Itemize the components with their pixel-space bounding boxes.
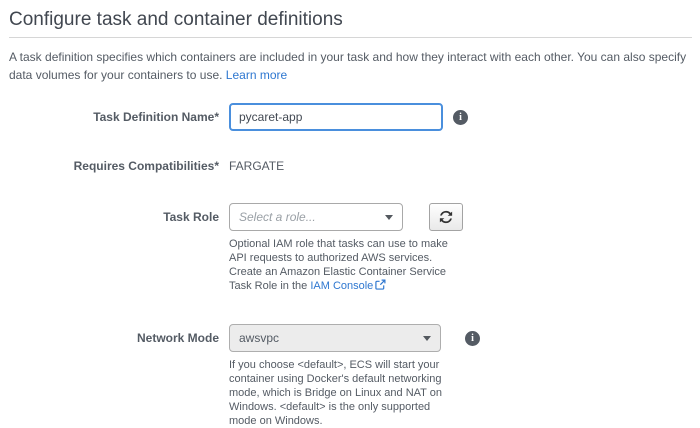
info-icon[interactable]: i	[453, 110, 468, 125]
description-text: A task definition specifies which contai…	[9, 50, 686, 82]
refresh-icon	[439, 210, 453, 224]
requires-compatibilities-value: FARGATE	[229, 159, 284, 174]
network-mode-label: Network Mode	[9, 324, 229, 346]
page-title: Configure task and container definitions	[9, 9, 692, 30]
network-mode-row: Network Mode awsvpc If you choose <defau…	[9, 324, 692, 428]
refresh-button[interactable]	[429, 203, 463, 231]
page-description: A task definition specifies which contai…	[9, 48, 687, 84]
info-icon[interactable]: i	[465, 331, 480, 346]
iam-console-link-label: IAM Console	[310, 280, 373, 292]
iam-console-link[interactable]: IAM Console	[310, 280, 386, 292]
chevron-down-icon	[385, 215, 393, 220]
task-role-row: Task Role Select a role... Optional IAM	[9, 203, 692, 294]
network-mode-control: awsvpc If you choose <default>, ECS will…	[229, 324, 457, 428]
external-link-icon	[375, 281, 386, 293]
configure-task-page: Configure task and container definitions…	[0, 0, 700, 428]
chevron-down-icon	[423, 336, 431, 341]
task-definition-name-control	[229, 103, 443, 131]
task-role-label: Task Role	[9, 203, 229, 225]
network-mode-select[interactable]: awsvpc	[229, 324, 441, 352]
task-role-select[interactable]: Select a role...	[229, 203, 403, 231]
task-role-control-line: Select a role...	[229, 203, 463, 231]
network-mode-help-text: If you choose <default>, ECS will start …	[229, 358, 457, 428]
task-definition-name-row: Task Definition Name* i	[9, 103, 692, 131]
task-definition-name-input[interactable]	[229, 103, 443, 131]
task-role-control: Select a role... Optional IAM role that …	[229, 203, 463, 294]
task-role-placeholder: Select a role...	[239, 210, 379, 224]
network-mode-value: awsvpc	[239, 331, 417, 345]
learn-more-link[interactable]: Learn more	[226, 68, 287, 82]
task-definition-name-label: Task Definition Name*	[9, 103, 229, 125]
requires-compatibilities-label: Requires Compatibilities*	[9, 159, 229, 174]
requires-compatibilities-row: Requires Compatibilities* FARGATE	[9, 159, 692, 174]
title-divider	[9, 37, 692, 38]
task-role-help-text: Optional IAM role that tasks can use to …	[229, 237, 457, 294]
